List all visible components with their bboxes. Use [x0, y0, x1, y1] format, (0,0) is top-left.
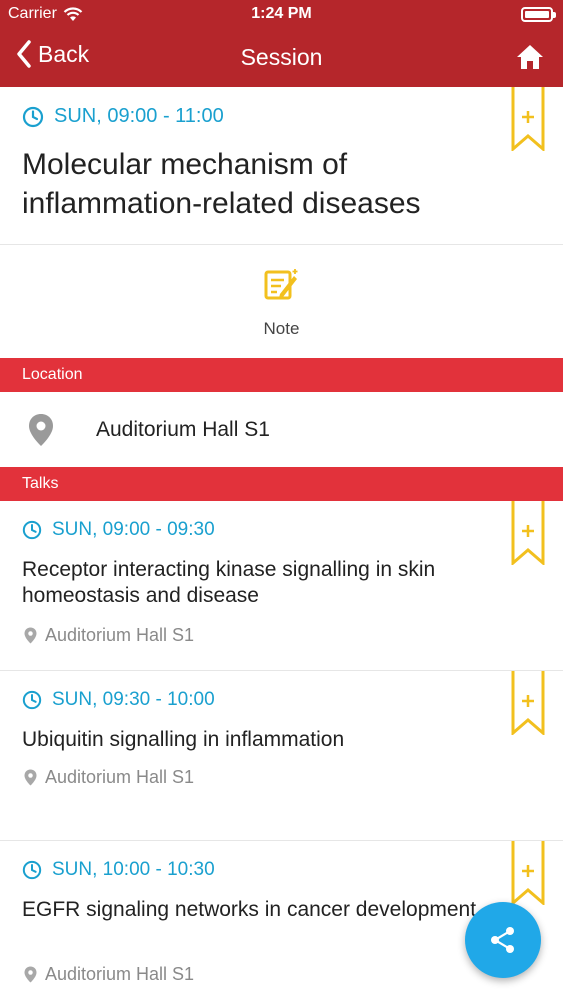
talk-item[interactable]: SUN, 09:00 - 09:30 Receptor interacting …: [0, 501, 563, 671]
nav-row: Back Session: [0, 30, 563, 87]
share-icon: [491, 927, 514, 953]
map-pin-icon: [24, 627, 37, 644]
clock-icon: [22, 690, 42, 710]
clock-icon: [22, 860, 42, 880]
bookmark-add-icon: [511, 87, 545, 153]
location-section-header: Location: [0, 358, 563, 392]
talk-location: Auditorium Hall S1: [24, 625, 194, 646]
talk-location: Auditorium Hall S1: [24, 964, 194, 985]
bookmark-add-icon: [511, 501, 545, 567]
page-title: Session: [240, 44, 323, 70]
talks-section-header: Talks: [0, 467, 563, 501]
share-button[interactable]: [465, 902, 541, 978]
session-time: SUN, 09:00 - 11:00: [22, 105, 224, 128]
home-button[interactable]: [515, 43, 545, 76]
note-edit-icon: [264, 268, 300, 307]
battery-icon: [521, 7, 556, 22]
talk-time-label: SUN, 09:30 - 10:00: [52, 689, 215, 710]
talk-time-label: SUN, 10:00 - 10:30: [52, 859, 215, 880]
session-title: Molecular mechanism of inflammation-rela…: [22, 148, 421, 220]
talk-time: SUN, 09:30 - 10:00: [22, 689, 215, 711]
talk-time: SUN, 10:00 - 10:30: [22, 859, 215, 881]
bookmark-button[interactable]: [511, 671, 545, 737]
talk-location-label: Auditorium Hall S1: [45, 625, 195, 645]
talk-title: Receptor interacting kinase signalling i…: [22, 558, 436, 607]
session-header: SUN, 09:00 - 11:00 Molecular mechanism o…: [0, 87, 563, 245]
talk-location-label: Auditorium Hall S1: [45, 767, 195, 787]
talk-title: Ubiquitin signalling in inflammation: [22, 728, 345, 751]
location-row[interactable]: Auditorium Hall S1: [0, 392, 563, 466]
map-pin-icon: [24, 769, 37, 786]
note-label: Note: [263, 319, 300, 338]
talk-location: Auditorium Hall S1: [24, 767, 194, 788]
home-icon: [517, 45, 543, 69]
status-time: 1:24 PM: [251, 5, 312, 22]
bookmark-button[interactable]: [511, 501, 545, 567]
map-pin-icon: [29, 414, 53, 446]
session-time-label: SUN, 09:00 - 11:00: [54, 105, 224, 127]
talk-item[interactable]: SUN, 09:30 - 10:00 Ubiquitin signalling …: [0, 671, 563, 841]
talk-time: SUN, 09:00 - 09:30: [22, 519, 215, 541]
map-pin-icon: [24, 966, 37, 983]
bookmark-add-icon: [511, 841, 545, 907]
bookmark-add-icon: [511, 671, 545, 737]
status-bar: Carrier 1:24 PM: [0, 0, 563, 30]
navigation-bar: Carrier 1:24 PM Back Session: [0, 0, 563, 87]
clock-icon: [22, 520, 42, 540]
talk-title: EGFR signaling networks in cancer develo…: [22, 898, 477, 921]
bookmark-button[interactable]: [511, 87, 545, 153]
location-name: Auditorium Hall S1: [96, 418, 270, 441]
note-button[interactable]: Note: [0, 246, 563, 358]
talk-location-label: Auditorium Hall S1: [45, 964, 195, 984]
clock-icon: [22, 106, 44, 127]
talk-time-label: SUN, 09:00 - 09:30: [52, 519, 215, 540]
bookmark-button[interactable]: [511, 841, 545, 907]
